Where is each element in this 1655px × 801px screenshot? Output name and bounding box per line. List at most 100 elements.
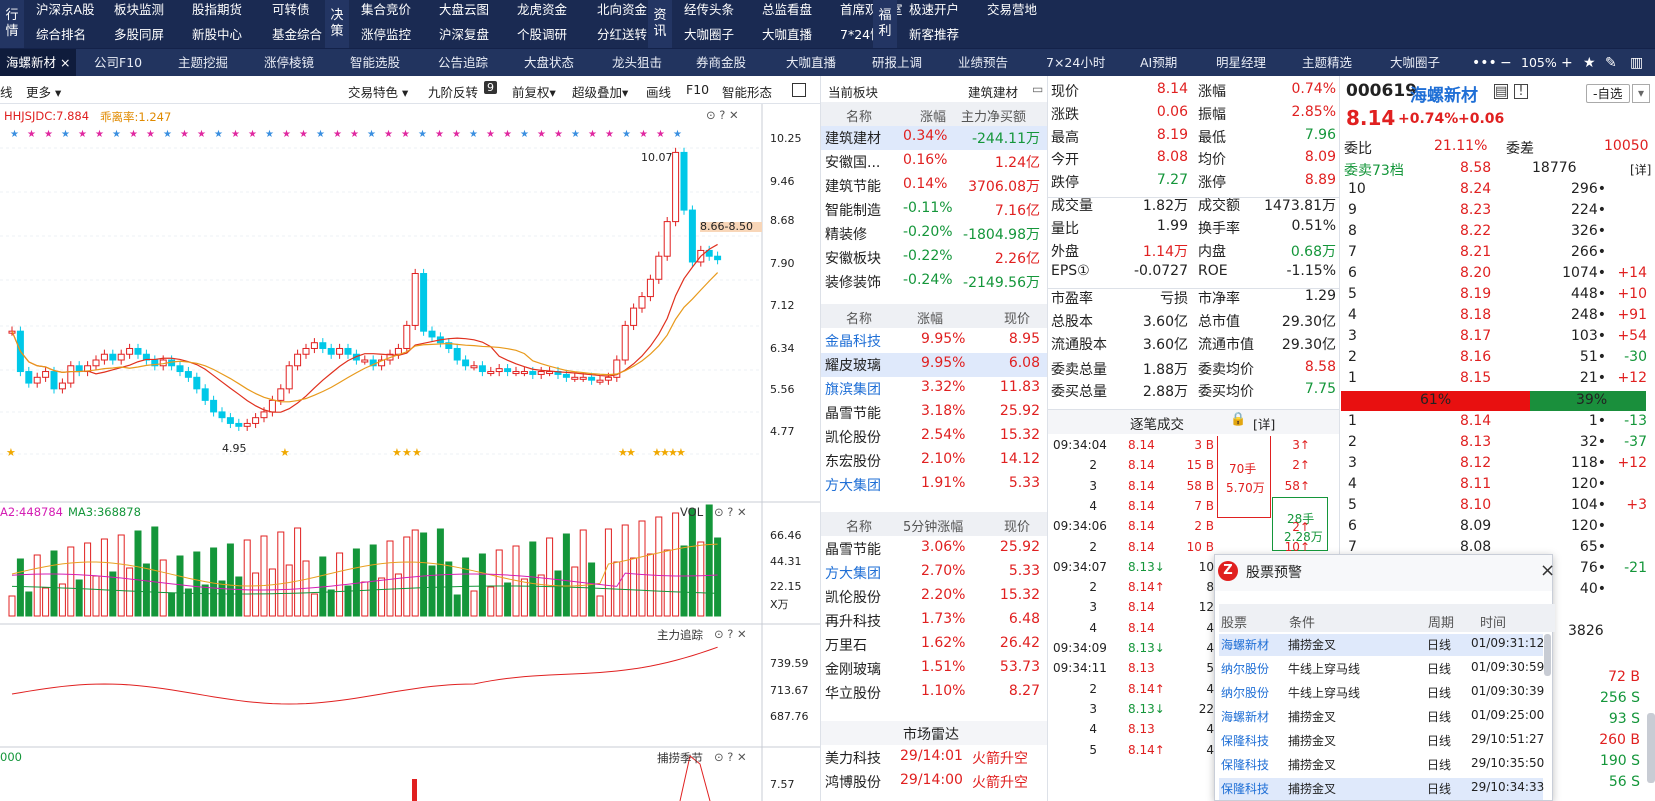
ask-price[interactable]: 8.17 xyxy=(1460,328,1491,344)
page-scrollbar[interactable] xyxy=(1647,713,1655,783)
ask-price[interactable]: 8.22 xyxy=(1460,223,1491,239)
tab-item[interactable]: 券商金股 xyxy=(696,49,746,77)
smart-pattern-button[interactable]: 智能形态 xyxy=(722,82,772,101)
zoom-in-icon[interactable]: + xyxy=(1561,49,1573,77)
nav-item[interactable]: 基金综合 xyxy=(272,24,322,43)
radar-row-name[interactable]: 美力科技 xyxy=(825,748,881,768)
tab-item[interactable]: 明星经理 xyxy=(1216,49,1266,77)
sector-row-name[interactable]: 精装修 xyxy=(825,224,867,244)
draw-button[interactable]: 画线 xyxy=(646,82,671,101)
nav-item[interactable]: 股指期货 xyxy=(192,0,242,18)
nav-item[interactable]: 极速开户 xyxy=(909,0,959,18)
nav-item[interactable]: 分红送转 xyxy=(597,24,647,43)
sector-row-name[interactable]: 安徽国... xyxy=(825,152,880,172)
tab-item[interactable]: 智能选股 xyxy=(350,49,400,77)
bid-price[interactable]: 8.12 xyxy=(1460,455,1491,471)
alert-stock[interactable]: 纳尔股份 xyxy=(1221,660,1269,677)
nav-item[interactable]: 经传头条 xyxy=(684,0,734,18)
nav-item[interactable]: 沪深京A股 xyxy=(36,0,95,18)
tab-item[interactable]: 大咖直播 xyxy=(786,49,836,77)
nav-item[interactable]: 大盘云图 xyxy=(439,0,489,18)
adjust-menu[interactable]: 前复权▾ xyxy=(512,82,556,101)
current-sector-name[interactable]: 建筑建材 xyxy=(968,82,1018,101)
nav-item[interactable]: 北向资金 xyxy=(597,0,647,18)
alert-close-icon[interactable]: × xyxy=(1540,560,1555,581)
tab-active-stock[interactable]: 海螺新材 × xyxy=(0,49,77,77)
radar-row-name[interactable]: 鸿博股份 xyxy=(825,772,881,792)
star-icon[interactable]: ★ xyxy=(1583,49,1596,77)
ask-price[interactable]: 8.23 xyxy=(1460,202,1491,218)
nine-reversal-button[interactable]: 九阶反转 xyxy=(428,82,478,101)
trade-feature-menu[interactable]: 交易特色 ▾ xyxy=(348,82,408,101)
tab-item[interactable]: 涨停棱镜 xyxy=(264,49,314,77)
nav-item[interactable]: 新股中心 xyxy=(192,24,242,43)
tab-item[interactable]: 公告追踪 xyxy=(438,49,488,77)
nav-item[interactable]: 沪深复盘 xyxy=(439,24,489,43)
nav-item[interactable]: 可转债 xyxy=(272,0,310,18)
ask-price[interactable]: 8.19 xyxy=(1460,286,1491,302)
more-menu[interactable]: 更多 ▾ xyxy=(26,82,61,101)
tab-item[interactable]: 主题精选 xyxy=(1302,49,1352,77)
f10-button[interactable]: F10 xyxy=(686,82,709,97)
bid-price[interactable]: 8.08 xyxy=(1460,539,1491,555)
tab-item[interactable]: 大咖圈子 xyxy=(1390,49,1440,77)
window-icon[interactable]: ▭ xyxy=(1032,82,1043,96)
fivemin-row-name[interactable]: 金刚玻璃 xyxy=(825,659,881,679)
overlay-menu[interactable]: 超级叠加▾ xyxy=(572,82,628,101)
fivemin-row-name[interactable]: 再升科技 xyxy=(825,611,881,631)
fivemin-row-name[interactable]: 华立股份 xyxy=(825,683,881,703)
sell73-label[interactable]: 委卖73档 xyxy=(1344,160,1404,180)
ask-price[interactable]: 8.16 xyxy=(1460,349,1491,365)
chart-tools-icons[interactable]: ⊙ ? ✕ xyxy=(706,108,739,122)
chevron-down-icon[interactable]: ▾ xyxy=(1632,84,1650,103)
tab-item[interactable]: 7×24小时 xyxy=(1046,49,1105,77)
bid-price[interactable]: 8.14 xyxy=(1460,413,1491,429)
alert-scrollbar[interactable] xyxy=(1544,634,1551,676)
bid-price[interactable]: 8.09 xyxy=(1460,518,1491,534)
tab-item[interactable]: 大盘状态 xyxy=(524,49,574,77)
nav-item[interactable]: 新客推荐 xyxy=(909,24,959,43)
panel-toggle-icon[interactable] xyxy=(792,83,806,97)
tab-item[interactable]: 主题挖掘 xyxy=(178,49,228,77)
pen-icon[interactable]: ✎ xyxy=(1605,49,1617,77)
kline-chart[interactable]: ★ ★ ★ ★ ★ ★ ★ ★ ★ ★ ★ ★ ★ ★ ★ ★ ★ ★ ★ ★ ★ ★ ★ ★ ★ ★ ★ ★ ★ ★ ★ ★ ★ ★ ★ ★ ★ ★ ★ ★… xyxy=(0,104,820,801)
ask-price[interactable]: 8.15 xyxy=(1460,370,1491,386)
alert-stock[interactable]: 海螺新材 xyxy=(1221,708,1269,725)
add-watchlist-button[interactable]: -自选 xyxy=(1586,84,1630,103)
zoom-out-icon[interactable]: − xyxy=(1500,49,1512,77)
nav-item[interactable]: 涨停监控 xyxy=(361,24,411,43)
alert-stock[interactable]: 保隆科技 xyxy=(1221,756,1269,773)
sector-row-name[interactable]: 建筑建材 xyxy=(825,128,881,148)
more-icon[interactable]: ••• xyxy=(1472,49,1497,77)
note-icon[interactable]: ▤ xyxy=(1494,84,1508,99)
peer-row-name[interactable]: 耀皮玻璃 xyxy=(825,355,881,375)
nav-item[interactable]: 龙虎资金 xyxy=(517,0,567,18)
alert-stock[interactable]: 保隆科技 xyxy=(1221,780,1269,797)
peer-row-name[interactable]: 旗滨集团 xyxy=(825,379,881,399)
nav-item[interactable]: 集合竞价 xyxy=(361,0,411,18)
sector-row-name[interactable]: 智能制造 xyxy=(825,200,881,220)
fivemin-row-name[interactable]: 凯伦股份 xyxy=(825,587,881,607)
tab-item[interactable]: 公司F10 xyxy=(94,49,142,77)
nav-item[interactable]: 板块监测 xyxy=(114,0,164,18)
sector-row-name[interactable]: 装修装饰 xyxy=(825,272,881,292)
nav-item[interactable]: 交易营地 xyxy=(987,0,1037,18)
ticks-detail-link[interactable]: [详] xyxy=(1253,414,1275,433)
vol-tools-icons[interactable]: ⊙ ? ✕ xyxy=(714,505,747,519)
bid-price[interactable]: 8.13 xyxy=(1460,434,1491,450)
current-sector-tab[interactable]: 当前板块 xyxy=(828,82,878,101)
bid-price[interactable]: 8.11 xyxy=(1460,476,1491,492)
ask-price[interactable]: 8.21 xyxy=(1460,244,1491,260)
alert-stock[interactable]: 纳尔股份 xyxy=(1221,684,1269,701)
nav-item[interactable]: 总监看盘 xyxy=(762,0,812,18)
ask-price[interactable]: 8.20 xyxy=(1460,265,1491,281)
fivemin-row-name[interactable]: 万里石 xyxy=(825,635,867,655)
peer-row-name[interactable]: 凯伦股份 xyxy=(825,427,881,447)
close-icon[interactable]: × xyxy=(60,55,70,70)
alert-stock[interactable]: 保隆科技 xyxy=(1221,732,1269,749)
tab-item[interactable]: 研报上调 xyxy=(872,49,922,77)
tab-item[interactable]: AI预期 xyxy=(1140,49,1177,77)
nav-item[interactable]: 大咖直播 xyxy=(762,24,812,43)
alert-stock[interactable]: 海螺新材 xyxy=(1221,636,1269,653)
fivemin-row-name[interactable]: 方大集团 xyxy=(825,563,881,583)
